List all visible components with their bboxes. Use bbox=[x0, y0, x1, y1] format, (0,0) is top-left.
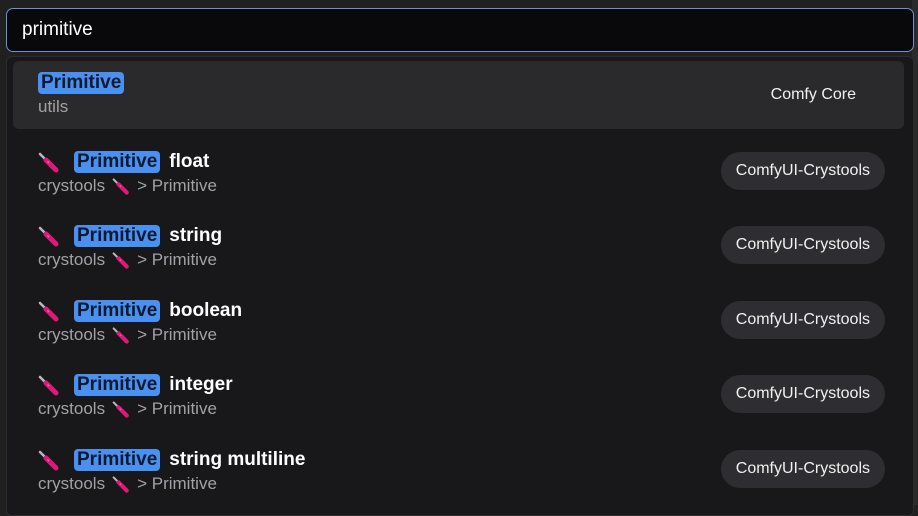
result-match-highlight: Primitive bbox=[74, 225, 161, 247]
node-source-badge: ComfyUI-Crystools bbox=[720, 226, 885, 264]
result-category-label: crystools bbox=[38, 325, 106, 344]
result-category: crystools > Primitive bbox=[38, 473, 217, 495]
result-category-path: > Primitive bbox=[137, 176, 217, 195]
result-category-label: crystools bbox=[38, 474, 106, 493]
result-category: crystools > Primitive bbox=[38, 175, 217, 197]
result-title-rest: boolean bbox=[169, 300, 243, 321]
search-result-item[interactable]: Primitive boolean crystools > Primitive … bbox=[13, 285, 904, 353]
search-result-item[interactable]: Primitive float crystools > Primitive Co… bbox=[13, 136, 904, 204]
result-match-highlight: Primitive bbox=[74, 374, 161, 396]
node-source-badge: ComfyUI-Crystools bbox=[720, 152, 885, 190]
screwdriver-icon bbox=[111, 400, 131, 418]
result-title-rest: float bbox=[169, 151, 210, 172]
result-category: crystools > Primitive bbox=[38, 324, 217, 346]
search-result-item[interactable]: Primitive string multiline crystools > P… bbox=[13, 434, 904, 502]
screwdriver-icon bbox=[111, 475, 131, 493]
result-category-path: > Primitive bbox=[137, 325, 217, 344]
screwdriver-icon bbox=[38, 449, 62, 471]
screwdriver-icon bbox=[38, 300, 62, 322]
result-category: crystools > Primitive bbox=[38, 398, 217, 420]
node-source-badge: ComfyUI-Crystools bbox=[720, 375, 885, 413]
node-source-badge: ComfyUI-Crystools bbox=[720, 301, 885, 339]
result-category-label: crystools bbox=[38, 250, 106, 269]
result-category-path: > Primitive bbox=[137, 250, 217, 269]
result-match-highlight: Primitive bbox=[74, 151, 161, 173]
screwdriver-icon bbox=[38, 151, 62, 173]
result-title: Primitive bbox=[38, 71, 133, 95]
node-source-badge: Comfy Core bbox=[770, 86, 856, 103]
result-match-highlight: Primitive bbox=[74, 449, 161, 471]
result-title-rest: integer bbox=[169, 374, 233, 395]
result-category-path: > Primitive bbox=[137, 474, 217, 493]
result-match-highlight: Primitive bbox=[38, 72, 125, 94]
result-category: utils bbox=[38, 96, 68, 118]
node-source-badge: ComfyUI-Crystools bbox=[720, 450, 885, 488]
search-results-list: Primitive utils Comfy Core Primitive flo… bbox=[6, 56, 914, 516]
result-category: crystools > Primitive bbox=[38, 249, 217, 271]
screwdriver-icon bbox=[111, 251, 131, 269]
result-category-label: crystools bbox=[38, 176, 106, 195]
screwdriver-icon bbox=[111, 177, 131, 195]
result-category-label: crystools bbox=[38, 399, 106, 418]
screwdriver-icon bbox=[111, 326, 131, 344]
screwdriver-icon bbox=[38, 225, 62, 247]
search-result-item[interactable]: Primitive string crystools > Primitive C… bbox=[13, 210, 904, 278]
result-title: Primitive integer bbox=[38, 373, 233, 397]
search-box[interactable] bbox=[6, 8, 914, 52]
result-title-rest: string multiline bbox=[169, 449, 306, 470]
result-title: Primitive boolean bbox=[38, 299, 242, 323]
result-match-highlight: Primitive bbox=[74, 300, 161, 322]
search-input[interactable] bbox=[7, 9, 913, 51]
screwdriver-icon bbox=[38, 374, 62, 396]
result-title: Primitive string multiline bbox=[38, 448, 305, 472]
search-result-item[interactable]: Primitive integer crystools > Primitive … bbox=[13, 359, 904, 427]
result-title: Primitive string bbox=[38, 224, 222, 248]
result-category-label: utils bbox=[38, 97, 69, 116]
result-category-path: > Primitive bbox=[137, 399, 217, 418]
result-title: Primitive float bbox=[38, 150, 209, 174]
search-result-item[interactable]: Primitive utils Comfy Core bbox=[13, 61, 904, 129]
result-title-rest: string bbox=[169, 225, 223, 246]
